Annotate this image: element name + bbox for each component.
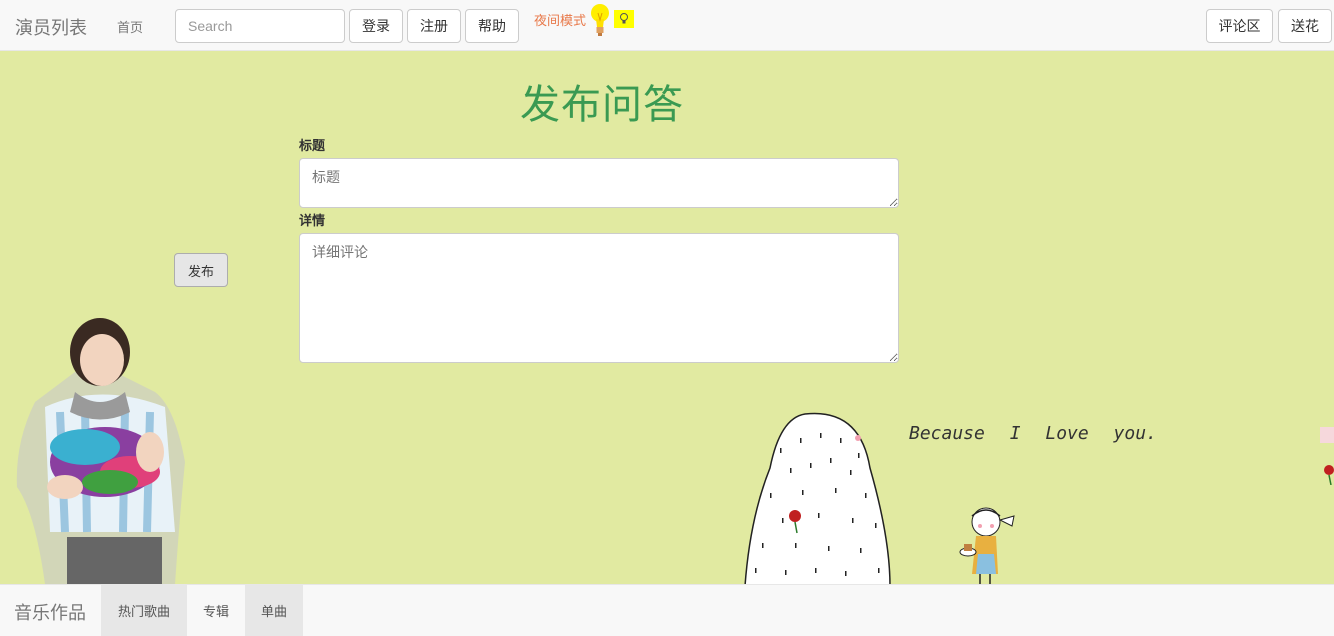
bottom-navbar: 音乐作品 热门歌曲 专辑 单曲 [0,584,1334,636]
night-mode-label[interactable]: 夜间模式 [534,10,586,29]
nav-home-link[interactable]: 首页 [117,17,143,36]
lightbulb-icon[interactable] [590,2,610,38]
send-flowers-button[interactable]: 送花 [1278,9,1332,43]
top-navbar: 演员列表 首页 登录 注册 帮助 夜间模式 评论区 送花 [0,0,1334,51]
tab-singles[interactable]: 单曲 [245,585,303,636]
comments-button[interactable]: 评论区 [1206,9,1273,43]
flower-decoration [1320,427,1334,485]
tab-hot-songs[interactable]: 热门歌曲 [101,585,187,636]
music-works-title[interactable]: 音乐作品 [14,599,86,625]
title-label: 标题 [299,139,326,154]
register-button[interactable]: 注册 [407,9,461,43]
detail-field[interactable] [299,233,899,363]
tab-albums[interactable]: 专辑 [187,585,245,636]
love-caption: Because I Love you. [909,423,1157,444]
title-field[interactable] [299,158,899,208]
small-lightbulb-icon[interactable] [614,10,634,28]
brand-link[interactable]: 演员列表 [15,14,87,40]
login-button[interactable]: 登录 [349,9,403,43]
search-input[interactable] [175,9,345,43]
actor-photo [16,318,186,584]
girl-illustration [959,507,1015,586]
publish-button[interactable]: 发布 [174,253,228,287]
page-title: 发布问答 [520,82,684,128]
help-button[interactable]: 帮助 [465,9,519,43]
detail-label: 详情 [299,214,326,229]
bear-illustration [744,412,891,586]
